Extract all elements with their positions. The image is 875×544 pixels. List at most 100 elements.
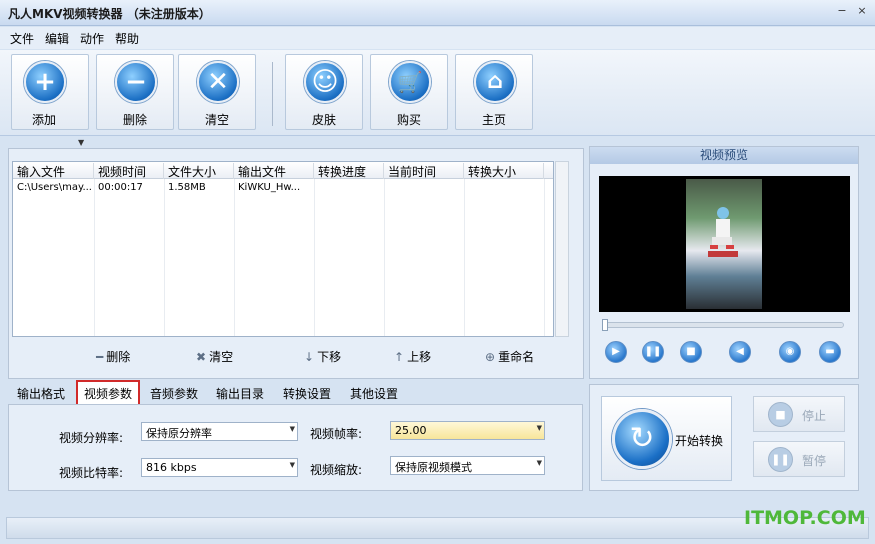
smiley-icon: ☺ bbox=[304, 61, 346, 103]
move-up-button[interactable]: ↑ 上移 bbox=[394, 348, 431, 365]
tab-output-format[interactable]: 输出格式 bbox=[17, 383, 65, 404]
column-duration[interactable]: 视频时间 bbox=[94, 163, 164, 179]
column-current-time[interactable]: 当前时间 bbox=[384, 163, 464, 179]
bitrate-label: 视频比特率: bbox=[59, 466, 124, 480]
tab-output-dir[interactable]: 输出目录 bbox=[216, 383, 264, 404]
clear-button[interactable]: ✕ 清空 bbox=[178, 54, 256, 130]
chevron-down-icon: ▼ bbox=[536, 459, 542, 467]
playback-slider[interactable] bbox=[602, 319, 844, 331]
stop-button[interactable]: ■ 停止 bbox=[753, 396, 845, 432]
clear-button-label: 清空 bbox=[204, 113, 229, 127]
column-progress[interactable]: 转换进度 bbox=[314, 163, 384, 179]
column-divider bbox=[94, 179, 95, 336]
menu-file[interactable]: 文件 bbox=[10, 30, 34, 47]
list-clear-button[interactable]: ✖ 清空 bbox=[196, 348, 233, 365]
column-divider bbox=[464, 179, 465, 336]
toolbar: + 添加 ▼ − 删除 ✕ 清空 ☺ 皮肤 🛒 购买 ⌂ 主页 bbox=[0, 50, 875, 147]
watermark: ITMOP.COM bbox=[744, 507, 866, 529]
framerate-label: 视频帧率: bbox=[310, 427, 363, 441]
tab-convert-settings[interactable]: 转换设置 bbox=[283, 383, 331, 404]
start-convert-button[interactable]: ↻ 开始转换 bbox=[601, 396, 732, 481]
toolbar-separator bbox=[272, 62, 273, 126]
column-output-file[interactable]: 输出文件 bbox=[234, 163, 314, 179]
pause-icon[interactable]: ❚❚ bbox=[642, 341, 664, 363]
cell-file-size: 1.58MB bbox=[168, 182, 206, 193]
arrow-up-icon: ↑ bbox=[394, 350, 405, 364]
x-icon: ✕ bbox=[197, 61, 239, 103]
resolution-select[interactable]: 保持原分辨率 ▼ bbox=[141, 422, 298, 441]
window-title: 凡人MKV视频转换器 （未注册版本） bbox=[8, 7, 211, 21]
pause-label: 暂停 bbox=[802, 454, 827, 468]
chevron-down-icon: ▼ bbox=[289, 425, 295, 433]
file-list-scrollbar[interactable] bbox=[555, 161, 569, 337]
column-divider bbox=[314, 179, 315, 336]
scale-select[interactable]: 保持原视频模式 ▼ bbox=[390, 456, 545, 475]
menu-action[interactable]: 动作 bbox=[80, 30, 104, 47]
buy-button-label: 购买 bbox=[396, 113, 421, 127]
minus-icon: − bbox=[115, 61, 157, 103]
menu-bar: 文件 编辑 动作 帮助 bbox=[0, 27, 875, 49]
stop-icon: ■ bbox=[768, 402, 793, 427]
file-list[interactable]: 输入文件 视频时间 文件大小 输出文件 转换进度 当前时间 转换大小 C:\Us… bbox=[12, 161, 554, 337]
chevron-down-icon: ▼ bbox=[536, 424, 542, 432]
chevron-down-icon: ▼ bbox=[289, 461, 295, 469]
delete-button[interactable]: − 删除 bbox=[96, 54, 174, 130]
cart-icon: 🛒 bbox=[389, 61, 431, 103]
tab-other-settings[interactable]: 其他设置 bbox=[350, 383, 398, 404]
bitrate-select[interactable]: 816 kbps ▼ bbox=[141, 458, 298, 477]
pause-button[interactable]: ❚❚ 暂停 bbox=[753, 441, 845, 477]
list-delete-button[interactable]: ━ 删除 bbox=[96, 348, 130, 365]
plus-icon: + bbox=[24, 61, 66, 103]
add-dropdown-icon[interactable]: ▼ bbox=[78, 138, 84, 147]
list-delete-label: 删除 bbox=[106, 350, 131, 364]
convert-arrow-icon: ↻ bbox=[612, 409, 672, 469]
volume-icon[interactable]: ◀ bbox=[729, 341, 751, 363]
buy-button[interactable]: 🛒 购买 bbox=[370, 54, 448, 130]
cell-duration: 00:00:17 bbox=[98, 182, 143, 193]
resolution-label: 视频分辨率: bbox=[59, 431, 124, 445]
slider-knob[interactable] bbox=[602, 319, 608, 331]
file-list-header: 输入文件 视频时间 文件大小 输出文件 转换进度 当前时间 转换大小 bbox=[13, 162, 553, 179]
play-icon[interactable]: ▶ bbox=[605, 341, 627, 363]
move-down-button[interactable]: ↓ 下移 bbox=[304, 348, 341, 365]
home-button[interactable]: ⌂ 主页 bbox=[455, 54, 533, 130]
rename-button[interactable]: ⊕ 重命名 bbox=[485, 348, 534, 365]
column-divider bbox=[544, 179, 545, 336]
column-divider bbox=[384, 179, 385, 336]
column-divider bbox=[164, 179, 165, 336]
home-icon: ⌂ bbox=[474, 61, 516, 103]
minimize-button[interactable]: − bbox=[835, 4, 849, 18]
video-preview-panel: 视频预览 ▶ ❚❚ ■ ◀ ◉ ▬ bbox=[589, 146, 859, 379]
skin-button-label: 皮肤 bbox=[311, 113, 336, 127]
menu-edit[interactable]: 编辑 bbox=[45, 30, 69, 47]
column-converted-size[interactable]: 转换大小 bbox=[464, 163, 544, 179]
status-bar bbox=[6, 517, 869, 539]
settings-tabs: 输出格式 视频参数 音频参数 输出目录 转换设置 其他设置 bbox=[8, 380, 583, 410]
framerate-value: 25.00 bbox=[395, 424, 427, 437]
person-image bbox=[708, 207, 738, 257]
snapshot-icon[interactable]: ◉ bbox=[779, 341, 801, 363]
move-down-label: 下移 bbox=[317, 350, 342, 364]
move-up-label: 上移 bbox=[407, 350, 432, 364]
cell-output-file: KiWKU_Hw... bbox=[238, 182, 301, 193]
stop-icon[interactable]: ■ bbox=[680, 341, 702, 363]
menu-help[interactable]: 帮助 bbox=[115, 30, 139, 47]
skin-button[interactable]: ☺ 皮肤 bbox=[285, 54, 363, 130]
pause-icon: ❚❚ bbox=[768, 447, 793, 472]
stop-label: 停止 bbox=[802, 409, 827, 423]
add-button[interactable]: + 添加 bbox=[11, 54, 89, 130]
framerate-select[interactable]: 25.00 ▼ bbox=[390, 421, 545, 440]
tab-audio-params[interactable]: 音频参数 bbox=[150, 383, 198, 404]
start-convert-label: 开始转换 bbox=[675, 434, 724, 448]
folder-icon[interactable]: ▬ bbox=[819, 341, 841, 363]
column-divider bbox=[234, 179, 235, 336]
add-button-label: 添加 bbox=[31, 113, 56, 127]
close-button[interactable]: × bbox=[855, 4, 869, 18]
column-input-file[interactable]: 输入文件 bbox=[13, 163, 94, 179]
video-frame-image bbox=[686, 179, 762, 309]
scale-value: 保持原视频模式 bbox=[395, 461, 472, 474]
arrow-down-icon: ↓ bbox=[304, 350, 315, 364]
cell-input-file: C:\Users\may... bbox=[17, 182, 92, 193]
column-file-size[interactable]: 文件大小 bbox=[164, 163, 234, 179]
convert-panel: ↻ 开始转换 ■ 停止 ❚❚ 暂停 bbox=[589, 384, 859, 491]
